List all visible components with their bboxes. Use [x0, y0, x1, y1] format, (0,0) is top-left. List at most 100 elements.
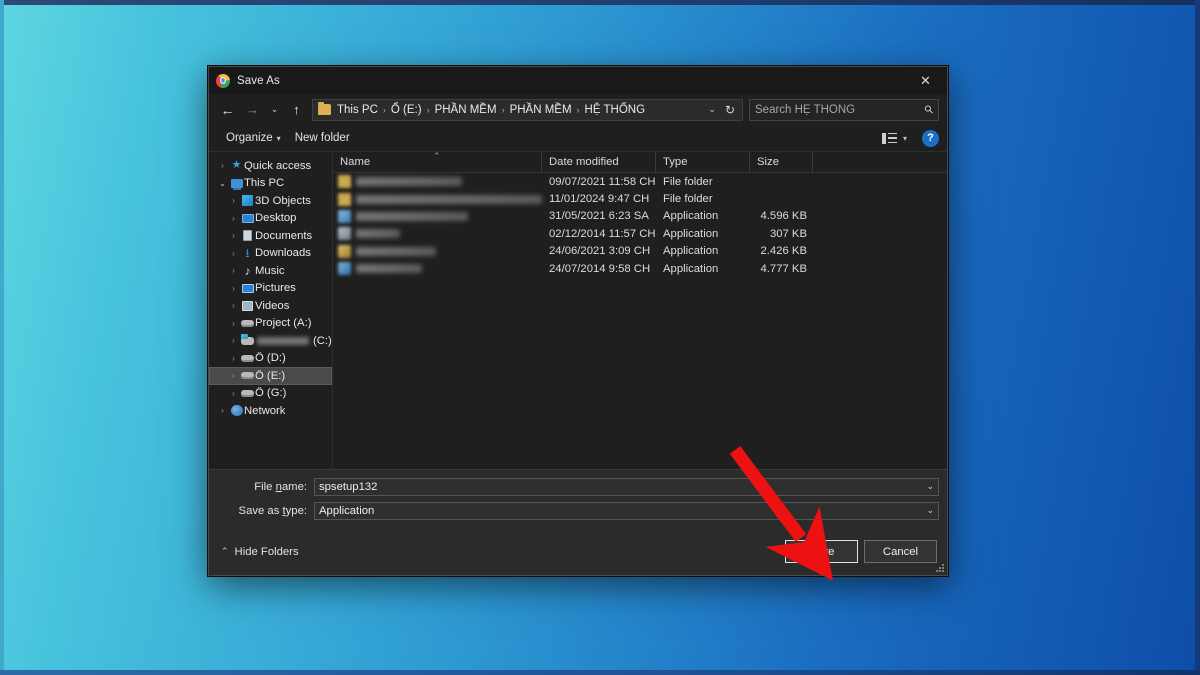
view-layout-button[interactable]: ▾ — [879, 131, 915, 146]
table-row[interactable]: 24/06/2021 3:09 CHApplication2.426 KB — [333, 243, 947, 260]
new-folder-button[interactable]: New folder — [288, 130, 357, 146]
expander-icon[interactable]: › — [216, 161, 229, 170]
cell-type: Application — [656, 228, 750, 240]
save-as-type-select[interactable]: Application ⌄ — [314, 502, 939, 520]
expander-icon[interactable]: › — [227, 231, 240, 240]
hide-folders-label: Hide Folders — [235, 546, 299, 558]
breadcrumb[interactable]: This PC›Ổ (E:)›PHẦN MỀM›PHẦN MỀM›HỆ THỐN… — [312, 99, 743, 121]
table-row[interactable]: 02/12/2014 11:57 CHApplication307 KB — [333, 225, 947, 242]
sidebar-item-label: Quick access — [244, 160, 311, 172]
sidebar-item-downloads[interactable]: ›⭳Downloads — [209, 245, 332, 263]
file-name-redacted — [356, 264, 422, 273]
save-button[interactable]: Save — [785, 540, 858, 563]
dialog-title: Save As — [237, 75, 280, 87]
expander-icon[interactable]: › — [227, 266, 240, 275]
redacted-label — [257, 337, 309, 345]
sidebar-item-c[interactable]: ›(C:) — [209, 332, 332, 350]
close-icon[interactable]: ✕ — [904, 67, 947, 94]
column-header-type[interactable]: Type — [656, 152, 750, 172]
sidebar-item-e[interactable]: ›Ổ (E:) — [209, 367, 332, 385]
recent-locations-icon[interactable]: ⌄ — [265, 98, 284, 122]
table-row[interactable]: 09/07/2021 11:58 CHFile folder — [333, 173, 947, 190]
chevron-down-icon[interactable]: ⌄ — [702, 104, 722, 115]
expander-icon[interactable]: › — [227, 319, 240, 328]
view-layout-icon — [882, 133, 897, 144]
dialog-title-bar[interactable]: Save As ✕ — [209, 67, 947, 94]
breadcrumb-item[interactable]: This PC — [333, 104, 382, 116]
column-header-name[interactable]: Name ⌃ — [333, 152, 542, 172]
sidebar-item-music[interactable]: ›♪Music — [209, 262, 332, 280]
sidebar-item-network[interactable]: › Network — [209, 402, 332, 420]
expander-icon[interactable]: › — [227, 389, 240, 398]
cell-date-modified: 24/06/2021 3:09 CH — [542, 245, 656, 257]
breadcrumb-item[interactable]: PHẦN MỀM — [431, 104, 501, 116]
dialog-body: ›★Quick access⌄This PC›3D Objects›Deskto… — [209, 151, 947, 469]
sidebar-item-quick-access[interactable]: ›★Quick access — [209, 157, 332, 175]
organize-button[interactable]: Organize▾ — [219, 130, 288, 146]
expander-icon[interactable]: › — [227, 284, 240, 293]
cell-name — [333, 175, 542, 188]
downloads-icon: ⭳ — [240, 247, 255, 259]
chrome-icon — [216, 74, 230, 88]
sidebar-item-label: Network — [244, 405, 285, 417]
breadcrumb-item[interactable]: Ổ (E:) — [387, 104, 426, 116]
cell-date-modified: 02/12/2014 11:57 CH — [542, 228, 656, 240]
cell-name — [333, 193, 542, 206]
sidebar-item-pictures[interactable]: ›Pictures — [209, 280, 332, 298]
folder-icon — [338, 175, 351, 188]
desktop-icon — [240, 214, 255, 223]
up-icon[interactable]: ↑ — [284, 98, 309, 122]
expander-icon[interactable]: ⌄ — [216, 179, 229, 188]
expander-icon[interactable]: › — [227, 196, 240, 205]
column-header-date-modified[interactable]: Date modified — [542, 152, 656, 172]
expander-icon[interactable]: › — [227, 336, 240, 345]
sidebar-item-desktop[interactable]: ›Desktop — [209, 210, 332, 228]
expander-icon[interactable]: › — [227, 249, 240, 258]
sidebar-item-d[interactable]: ›Ổ (D:) — [209, 350, 332, 368]
expander-icon[interactable]: › — [227, 301, 240, 310]
application-icon — [338, 262, 351, 275]
search-input[interactable]: Search HỆ THỐNG ⚲ — [749, 99, 939, 121]
refresh-icon[interactable]: ↻ — [722, 103, 738, 117]
table-row[interactable]: 31/05/2021 6:23 SAApplication4.596 KB — [333, 208, 947, 225]
help-button[interactable]: ? — [922, 130, 939, 147]
drive-icon — [240, 355, 255, 362]
sidebar-item-g[interactable]: ›Ổ (G:) — [209, 385, 332, 403]
navigation-sidebar[interactable]: ›★Quick access⌄This PC›3D Objects›Deskto… — [209, 152, 333, 469]
sidebar-item-label: Music — [255, 265, 285, 277]
application-icon — [338, 227, 351, 240]
chevron-down-icon: ▾ — [277, 134, 281, 143]
table-row[interactable]: 24/07/2014 9:58 CHApplication4.777 KB — [333, 260, 947, 277]
documents-icon — [240, 230, 255, 241]
chevron-down-icon[interactable]: ⌄ — [922, 481, 934, 492]
table-row[interactable]: 11/01/2024 9:47 CHFile folder — [333, 190, 947, 207]
file-name-input[interactable]: spsetup132 ⌄ — [314, 478, 939, 496]
sidebar-item-videos[interactable]: ›Videos — [209, 297, 332, 315]
music-icon: ♪ — [240, 265, 255, 277]
sidebar-item-project-a[interactable]: ›Project (A:) — [209, 315, 332, 333]
cell-name — [333, 245, 542, 258]
cell-size: 4.777 KB — [750, 263, 813, 275]
expander-icon[interactable]: › — [227, 214, 240, 223]
chevron-down-icon[interactable]: ⌄ — [922, 505, 934, 516]
expander-icon[interactable]: › — [216, 406, 229, 415]
sidebar-item-3d-objects[interactable]: ›3D Objects — [209, 192, 332, 210]
resize-grip[interactable] — [935, 563, 944, 572]
forward-icon[interactable]: → — [240, 98, 265, 122]
expander-icon[interactable]: › — [227, 371, 240, 380]
save-as-type-label: Save as type: — [217, 505, 314, 517]
expander-icon[interactable]: › — [227, 354, 240, 363]
address-bar: ← → ⌄ ↑ This PC›Ổ (E:)›PHẦN MỀM›PHẦN MỀM… — [209, 94, 947, 125]
cell-type: File folder — [656, 193, 750, 205]
cell-size: 4.596 KB — [750, 210, 813, 222]
hide-folders-button[interactable]: ⌃ Hide Folders — [221, 546, 299, 558]
breadcrumb-item[interactable]: HỆ THỐNG — [581, 104, 650, 116]
back-icon[interactable]: ← — [215, 98, 240, 122]
sidebar-item-documents[interactable]: ›Documents — [209, 227, 332, 245]
column-header-size[interactable]: Size — [750, 152, 813, 172]
file-list-pane: Name ⌃ Date modified Type Size 09/07/202… — [333, 152, 947, 469]
breadcrumb-item[interactable]: PHẦN MỀM — [506, 104, 576, 116]
drive-icon — [240, 320, 255, 327]
cancel-button[interactable]: Cancel — [864, 540, 937, 563]
sidebar-item-this-pc[interactable]: ⌄This PC — [209, 175, 332, 193]
